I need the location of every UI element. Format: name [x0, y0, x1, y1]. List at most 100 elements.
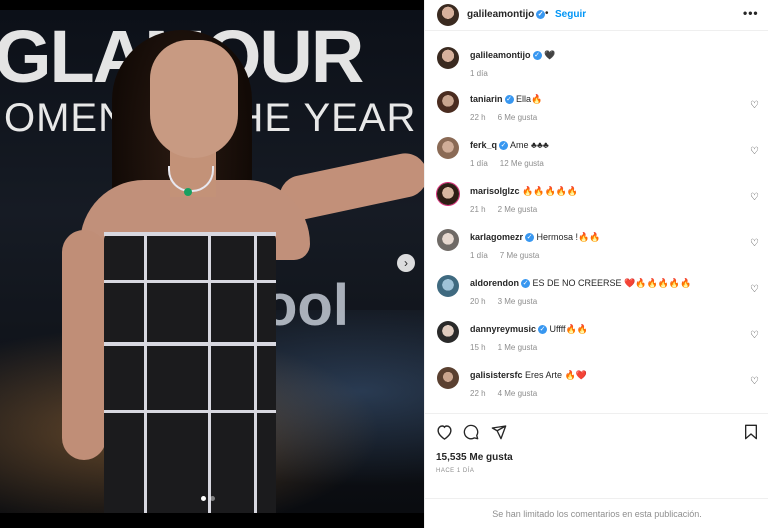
comment-meta: 1 día 7 Me gusta [470, 251, 551, 260]
post-photo: GLAMOUR OMEN OF THE YEAR ool [0, 10, 424, 513]
dress-crystal-trim [208, 232, 211, 513]
comment-username[interactable]: aldorendon [470, 278, 519, 288]
share-icon[interactable] [491, 424, 507, 444]
caption-body: 🖤 [544, 50, 556, 60]
comment-body: ES DE NO CREERSE ❤️🔥🔥🔥🔥🔥 [532, 278, 692, 288]
verified-icon: ✓ [532, 51, 542, 61]
comment-text: karlagomezr ✓ Hermosa !🔥🔥 [470, 231, 740, 243]
avatar[interactable] [437, 137, 459, 159]
comment-body: Uffff🔥🔥 [549, 324, 588, 334]
comment-username[interactable]: ferk_q [470, 140, 497, 150]
comment-time: 15 h [470, 343, 486, 352]
avatar[interactable] [437, 321, 459, 343]
caption-time: 1 día [470, 69, 488, 78]
comment-body: Hermosa !🔥🔥 [536, 232, 601, 242]
comment-likes[interactable]: 3 Me gusta [498, 297, 538, 306]
post-details-panel: galileamontijo ✓ • Seguir ••• galileamont… [424, 0, 768, 528]
dress-crystal-trim [104, 342, 276, 346]
comments-limited-notice: Se han limitado los comentarios en esta … [425, 498, 768, 529]
avatar[interactable] [437, 47, 459, 69]
bookmark-icon[interactable] [744, 424, 758, 444]
comment-body: Ame ♣♣♣ [510, 140, 549, 150]
heart-icon[interactable]: ♡ [750, 238, 759, 249]
separator-dot: • [545, 8, 549, 19]
person-face [150, 40, 238, 158]
heart-icon[interactable]: ♡ [750, 376, 759, 387]
comment-time: 22 h [470, 113, 486, 122]
comment-meta: 1 día 12 Me gusta [470, 159, 556, 168]
comment-text: dannyreymusic ✓ Uffff🔥🔥 [470, 323, 740, 335]
heart-icon[interactable]: ♡ [750, 100, 759, 111]
post-date: HACE 1 DÍA [436, 468, 475, 474]
post-author-username[interactable]: galileamontijo ✓ [467, 9, 546, 20]
comment-meta: 22 h 4 Me gusta [470, 389, 549, 398]
more-icon[interactable]: ••• [743, 6, 759, 20]
comment-likes[interactable]: 1 Me gusta [498, 343, 538, 352]
instagram-post-view: GLAMOUR OMEN OF THE YEAR ool › [0, 0, 768, 528]
comment-text: aldorendon ✓ ES DE NO CREERSE ❤️🔥🔥🔥🔥🔥 [470, 277, 740, 289]
post-actions-bar [425, 413, 768, 444]
post-media[interactable]: GLAMOUR OMEN OF THE YEAR ool › [0, 0, 424, 528]
comment-username[interactable]: karlagomezr [470, 232, 523, 242]
avatar[interactable] [437, 183, 459, 205]
comment-likes[interactable]: 6 Me gusta [498, 113, 538, 122]
comment-username[interactable]: marisolglzc [470, 186, 520, 196]
comment-time: 22 h [470, 389, 486, 398]
dress-crystal-trim [254, 232, 257, 513]
comments-list[interactable]: galileamontijo ✓ 🖤 1 día taniarin ✓ Ella🔥 … [425, 31, 768, 411]
carousel-dot [210, 496, 215, 501]
chevron-right-icon: › [404, 256, 408, 270]
comment-meta: 20 h 3 Me gusta [470, 297, 549, 306]
comment-text: ferk_q ✓ Ame ♣♣♣ [470, 139, 740, 151]
comment-text: galisistersfc Eres Arte 🔥❤️ [470, 369, 740, 381]
heart-icon[interactable]: ♡ [750, 284, 759, 295]
comment-time: 21 h [470, 205, 486, 214]
person-arm [62, 230, 106, 460]
heart-icon[interactable] [436, 424, 453, 444]
comment-likes[interactable]: 2 Me gusta [498, 205, 538, 214]
avatar[interactable] [437, 367, 459, 389]
comment-meta: 22 h 6 Me gusta [470, 113, 549, 122]
post-header: galileamontijo ✓ • Seguir ••• [425, 0, 768, 31]
comment-username[interactable]: dannyreymusic [470, 324, 536, 334]
verified-icon: ✓ [504, 95, 514, 105]
dress-crystal-trim [104, 410, 276, 413]
avatar[interactable] [437, 4, 459, 26]
verified-icon: ✓ [521, 279, 530, 289]
comment-username[interactable]: taniarin [470, 94, 503, 104]
comment-body: Eres Arte 🔥❤️ [525, 370, 587, 380]
verified-icon: ✓ [499, 141, 509, 151]
carousel-next-button[interactable]: › [397, 254, 415, 272]
comment-likes[interactable]: 7 Me gusta [500, 251, 540, 260]
comment-meta: 21 h 2 Me gusta [470, 205, 549, 214]
necklace-pendant [184, 188, 192, 196]
verified-icon: ✓ [536, 9, 546, 19]
comment-likes[interactable]: 12 Me gusta [500, 159, 544, 168]
comment-body: 🔥🔥🔥🔥🔥 [522, 186, 579, 196]
comment-meta: 15 h 1 Me gusta [470, 343, 549, 352]
follow-button[interactable]: Seguir [555, 9, 586, 20]
comment-icon[interactable] [463, 424, 479, 444]
likes-count[interactable]: 15,535 Me gusta [436, 452, 513, 463]
comment-likes[interactable]: 4 Me gusta [498, 389, 538, 398]
comment-time: 1 día [470, 251, 488, 260]
comment-body: Ella🔥 [516, 94, 543, 104]
dress-crystal-trim [144, 232, 147, 513]
comment-time: 20 h [470, 297, 486, 306]
comment-text: marisolglzc 🔥🔥🔥🔥🔥 [470, 185, 740, 197]
comment-username[interactable]: galisistersfc [470, 370, 523, 380]
caption-username[interactable]: galileamontijo [470, 50, 531, 60]
avatar[interactable] [437, 229, 459, 251]
black-dress [104, 232, 276, 513]
verified-icon: ✓ [525, 233, 535, 243]
carousel-dot [201, 496, 206, 501]
comment-text: taniarin ✓ Ella🔥 [470, 93, 740, 105]
dress-crystal-trim [104, 232, 276, 236]
avatar[interactable] [437, 275, 459, 297]
heart-icon[interactable]: ♡ [750, 330, 759, 341]
caption-meta: 1 día [470, 69, 500, 78]
dress-crystal-trim [104, 280, 276, 283]
heart-icon[interactable]: ♡ [750, 146, 759, 157]
heart-icon[interactable]: ♡ [750, 192, 759, 203]
avatar[interactable] [437, 91, 459, 113]
